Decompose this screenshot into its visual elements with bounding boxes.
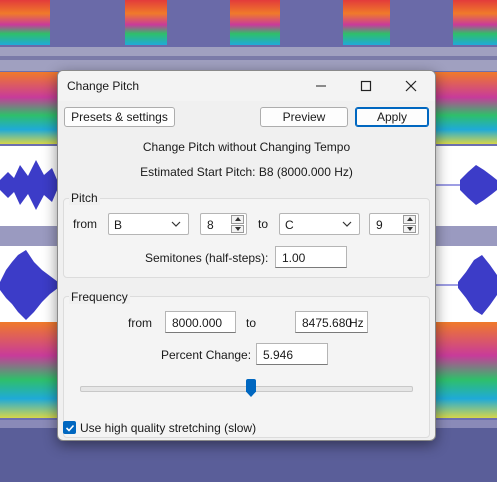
pitch-to-label: to bbox=[258, 217, 269, 231]
presets-settings-button[interactable]: Presets & settings bbox=[64, 107, 175, 127]
close-button[interactable] bbox=[388, 71, 434, 101]
pitch-group bbox=[63, 198, 430, 278]
frequency-group-title: Frequency bbox=[69, 290, 130, 304]
percent-change-input[interactable]: 5.946 bbox=[256, 343, 328, 365]
to-octave-arrows bbox=[403, 215, 416, 233]
from-octave-stepper[interactable]: 8 bbox=[200, 213, 247, 235]
preview-button[interactable]: Preview bbox=[260, 107, 348, 127]
minimize-button[interactable] bbox=[298, 71, 344, 101]
semitones-input[interactable]: 1.00 bbox=[275, 246, 347, 268]
dialog-heading: Change Pitch without Changing Tempo bbox=[142, 140, 351, 154]
pitch-group-title: Pitch bbox=[69, 191, 100, 205]
frequency-to-label: to bbox=[246, 316, 257, 330]
arrow-up-icon bbox=[234, 217, 241, 222]
estimated-start-pitch: Estimated Start Pitch: B8 (8000.000 Hz) bbox=[140, 165, 353, 179]
to-octave-stepper[interactable]: 9 bbox=[369, 213, 419, 235]
semitones-value: 1.00 bbox=[282, 251, 306, 265]
title-bar[interactable]: Change Pitch bbox=[58, 71, 435, 101]
frequency-unit: Hz bbox=[349, 316, 364, 330]
apply-button[interactable]: Apply bbox=[355, 107, 429, 127]
minimize-icon bbox=[316, 85, 326, 87]
from-note-value: B bbox=[114, 218, 123, 232]
from-octave-value: 8 bbox=[207, 218, 214, 232]
change-pitch-dialog: Change Pitch Presets & settings Preview … bbox=[57, 70, 436, 441]
to-note-value: C bbox=[285, 218, 294, 232]
dialog-title: Change Pitch bbox=[67, 79, 140, 93]
to-octave-up-button[interactable] bbox=[403, 215, 416, 224]
frequency-from-value: 8000.000 bbox=[172, 316, 223, 330]
semitones-label: Semitones (half-steps): bbox=[145, 251, 269, 265]
high-quality-checkbox[interactable] bbox=[63, 421, 76, 434]
pitch-from-label: from bbox=[73, 217, 97, 231]
arrow-down-icon bbox=[234, 226, 241, 231]
maximize-button[interactable] bbox=[343, 71, 389, 101]
from-octave-down-button[interactable] bbox=[231, 224, 244, 233]
arrow-up-icon bbox=[406, 217, 413, 222]
arrow-down-icon bbox=[406, 226, 413, 231]
to-note-select[interactable]: C bbox=[279, 213, 360, 235]
frequency-from-label: from bbox=[128, 316, 152, 330]
frequency-to-value: 8475.680 bbox=[302, 316, 353, 330]
chevron-down-icon bbox=[342, 221, 352, 227]
percent-change-value: 5.946 bbox=[263, 348, 294, 362]
high-quality-label: Use high quality stretching (slow) bbox=[80, 421, 257, 435]
checkmark-icon bbox=[65, 424, 74, 432]
chevron-down-icon bbox=[171, 221, 181, 227]
to-octave-value: 9 bbox=[376, 218, 383, 232]
from-octave-arrows bbox=[231, 215, 244, 233]
close-icon bbox=[405, 80, 417, 92]
frequency-from-input[interactable]: 8000.000 bbox=[165, 311, 236, 333]
maximize-icon bbox=[360, 80, 372, 92]
percent-change-label: Percent Change: bbox=[161, 348, 252, 362]
to-octave-down-button[interactable] bbox=[403, 224, 416, 233]
from-note-select[interactable]: B bbox=[108, 213, 189, 235]
from-octave-up-button[interactable] bbox=[231, 215, 244, 224]
